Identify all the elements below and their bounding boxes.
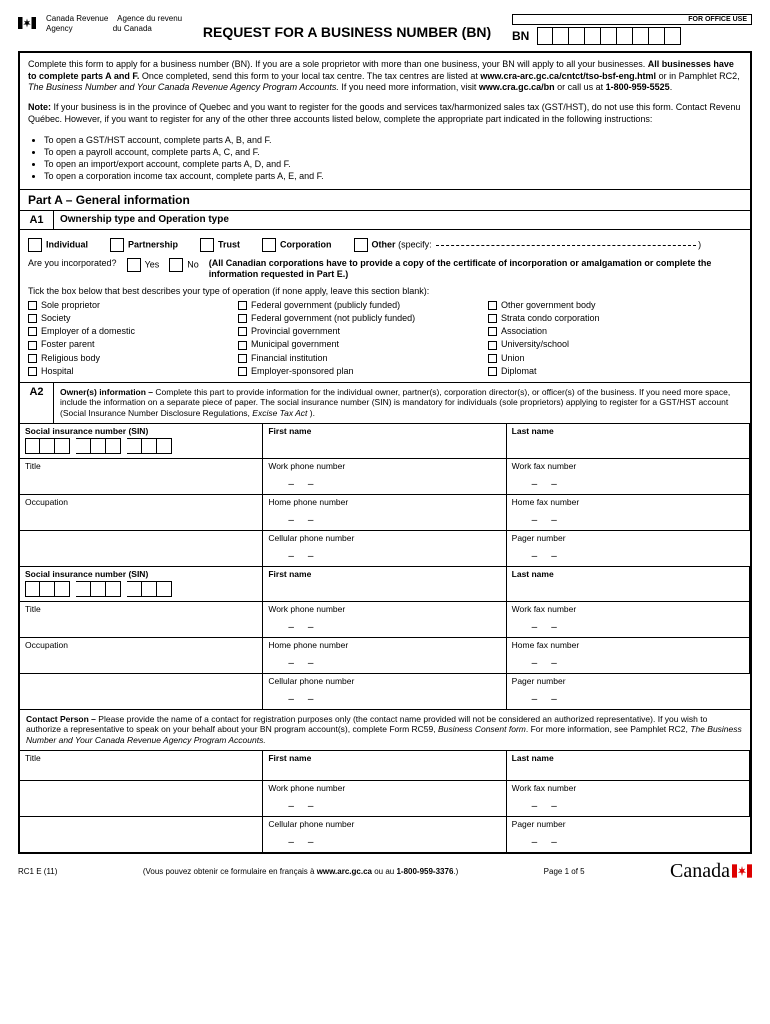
part-a-header: Part A – General information: [20, 189, 750, 211]
contact-block: Title First name Last name Work phone nu…: [20, 751, 750, 852]
last-name-field[interactable]: Last name: [507, 424, 750, 459]
blank-cell: [20, 817, 263, 852]
op-check[interactable]: [238, 327, 247, 336]
last-name-field[interactable]: Last name: [507, 567, 750, 602]
cell-phone-field[interactable]: Cellular phone number––: [263, 674, 506, 710]
a1-code: A1: [20, 211, 54, 229]
page-number: Page 1 of 5: [544, 867, 585, 876]
cell-phone-field[interactable]: Cellular phone number––: [263, 817, 506, 852]
blank-cell: [20, 674, 263, 710]
bn-label: BN: [512, 29, 529, 43]
op-check[interactable]: [28, 354, 37, 363]
flag-icon: [732, 861, 752, 881]
title-field[interactable]: Title: [20, 459, 263, 495]
op-check[interactable]: [28, 314, 37, 323]
instruction-bullets: To open a GST/HST account, complete part…: [20, 131, 750, 189]
intro-text: Complete this form to apply for a busine…: [20, 53, 750, 131]
op-check[interactable]: [28, 327, 37, 336]
op-check[interactable]: [238, 367, 247, 376]
op-check[interactable]: [28, 301, 37, 310]
first-name-field[interactable]: First name: [263, 424, 506, 459]
blank-cell: [20, 531, 263, 567]
incorporated-question: Are you incorporated?: [28, 258, 117, 268]
owner-block-1: Social insurance number (SIN) First name…: [20, 424, 750, 567]
pager-field[interactable]: Pager number––: [507, 817, 750, 852]
incorporated-note: (All Canadian corporations have to provi…: [209, 258, 742, 280]
work-fax-field[interactable]: Work fax number––: [507, 459, 750, 495]
occupation-field[interactable]: Occupation: [20, 495, 263, 531]
form-title: REQUEST FOR A BUSINESS NUMBER (BN): [192, 14, 502, 40]
home-fax-field[interactable]: Home fax number––: [507, 495, 750, 531]
a2-code: A2: [20, 383, 54, 423]
canada-wordmark: Canada: [670, 860, 752, 883]
op-check[interactable]: [238, 301, 247, 310]
pager-field[interactable]: Pager number––: [507, 674, 750, 710]
incorporated-yes[interactable]: Yes: [127, 258, 160, 272]
bn-input-boxes[interactable]: [537, 27, 681, 45]
cell-phone-field[interactable]: Cellular phone number––: [263, 531, 506, 567]
op-check[interactable]: [488, 341, 497, 350]
sin-field[interactable]: Social insurance number (SIN): [20, 567, 263, 602]
incorporated-no[interactable]: No: [169, 258, 199, 272]
first-name-field[interactable]: First name: [263, 567, 506, 602]
home-phone-field[interactable]: Home phone number––: [263, 495, 506, 531]
owner-block-2: Social insurance number (SIN) First name…: [20, 567, 750, 710]
form-id: RC1 E (11): [18, 867, 57, 876]
home-fax-field[interactable]: Home fax number––: [507, 638, 750, 674]
agency-name: Canada Revenue Agence du revenu Agency d…: [46, 14, 182, 33]
ownership-other[interactable]: Other (specify: ): [354, 238, 702, 252]
op-check[interactable]: [488, 367, 497, 376]
last-name-field[interactable]: Last name: [507, 751, 750, 781]
ownership-individual[interactable]: Individual: [28, 238, 88, 252]
first-name-field[interactable]: First name: [263, 751, 506, 781]
office-use-label: FOR OFFICE USE: [512, 14, 752, 25]
op-check[interactable]: [238, 354, 247, 363]
sin-field[interactable]: Social insurance number (SIN): [20, 424, 263, 459]
work-phone-field[interactable]: Work phone number––: [263, 602, 506, 638]
contact-person-description: Contact Person – Please provide the name…: [20, 710, 750, 751]
op-check[interactable]: [28, 367, 37, 376]
title-field[interactable]: Title: [20, 602, 263, 638]
op-check[interactable]: [238, 341, 247, 350]
title-field[interactable]: Title: [20, 751, 263, 781]
tick-instruction: Tick the box below that best describes y…: [28, 286, 742, 296]
ownership-trust[interactable]: Trust: [200, 238, 240, 252]
ownership-partnership[interactable]: Partnership: [110, 238, 178, 252]
blank-cell: [20, 781, 263, 817]
op-check[interactable]: [488, 314, 497, 323]
pager-field[interactable]: Pager number––: [507, 531, 750, 567]
op-check[interactable]: [28, 341, 37, 350]
work-phone-field[interactable]: Work phone number––: [263, 781, 506, 817]
op-check[interactable]: [488, 354, 497, 363]
ownership-corporation[interactable]: Corporation: [262, 238, 332, 252]
op-check[interactable]: [238, 314, 247, 323]
canada-flag-icon: [18, 14, 36, 32]
work-phone-field[interactable]: Work phone number––: [263, 459, 506, 495]
french-note: (Vous pouvez obtenir ce formulaire en fr…: [143, 867, 458, 876]
home-phone-field[interactable]: Home phone number––: [263, 638, 506, 674]
occupation-field[interactable]: Occupation: [20, 638, 263, 674]
op-check[interactable]: [488, 301, 497, 310]
work-fax-field[interactable]: Work fax number––: [507, 602, 750, 638]
a1-title: Ownership type and Operation type: [54, 211, 750, 229]
a2-description: Owner(s) information – Complete this par…: [54, 383, 750, 423]
op-check[interactable]: [488, 327, 497, 336]
work-fax-field[interactable]: Work fax number––: [507, 781, 750, 817]
